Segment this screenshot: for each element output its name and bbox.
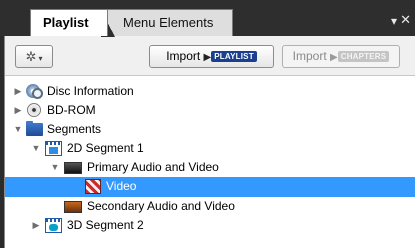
tree-item-primary-audio-video[interactable]: ▼ Primary Audio and Video <box>5 158 415 177</box>
tree-item-label: 2D Segment 1 <box>67 141 144 155</box>
tab-menu-elements[interactable]: Menu Elements <box>100 9 233 37</box>
settings-menu-button[interactable]: ✲ ▾ <box>15 45 53 68</box>
disc-info-icon <box>26 84 43 99</box>
expand-icon[interactable]: ▶ <box>13 101 23 120</box>
tree-item-secondary-audio-video[interactable]: Secondary Audio and Video <box>5 197 415 216</box>
primary-av-icon <box>64 162 82 174</box>
chevron-down-icon: ▾ <box>38 54 43 63</box>
arrow-right-icon: ▶ <box>330 52 338 63</box>
tree-item-disc-information[interactable]: ▶ Disc Information <box>5 82 415 101</box>
tree-item-label: Primary Audio and Video <box>87 160 219 174</box>
tree-item-bd-rom[interactable]: ▶ BD-ROM <box>5 101 415 120</box>
toolbar: ✲ ▾ Import ▶ PLAYLIST Import ▶ CHAPTERS <box>5 36 415 76</box>
tree-item-label: Disc Information <box>47 84 134 98</box>
tab-playlist[interactable]: Playlist <box>30 9 108 36</box>
arrow-right-icon: ▶ <box>203 52 212 63</box>
import-playlist-button[interactable]: Import ▶ PLAYLIST <box>149 45 274 68</box>
expand-icon[interactable]: ▶ <box>31 216 41 235</box>
chapters-badge: CHAPTERS <box>337 51 390 62</box>
tree-item-segments[interactable]: ▼ Segments <box>5 120 415 139</box>
tree-item-label: Segments <box>47 122 102 136</box>
tree-item-3d-segment-2[interactable]: ▶ 3D Segment 2 <box>5 216 415 235</box>
playlist-panel: ✲ ▾ Import ▶ PLAYLIST Import ▶ CHAPTERS ▶ D… <box>4 36 415 248</box>
tree-item-label: 3D Segment 2 <box>67 218 144 232</box>
segment-3d-icon <box>45 218 62 233</box>
playlist-badge: PLAYLIST <box>211 51 257 62</box>
import-label: Import <box>292 49 327 63</box>
secondary-av-icon <box>64 201 82 213</box>
tree-item-label: BD-ROM <box>47 103 96 117</box>
import-chapters-button[interactable]: Import ▶ CHAPTERS <box>282 45 400 68</box>
selection-highlight <box>5 177 415 197</box>
segment-icon <box>45 141 62 156</box>
collapse-icon[interactable]: ▼ <box>50 158 60 177</box>
tree-item-2d-segment-1[interactable]: ▼ 2D Segment 1 <box>5 139 415 158</box>
expand-icon[interactable]: ▶ <box>13 82 23 101</box>
tree-item-video[interactable]: Video <box>5 177 415 197</box>
collapse-icon[interactable]: ▼ <box>13 120 23 139</box>
folder-icon <box>26 121 43 136</box>
collapse-icon[interactable]: ▼ <box>31 139 41 158</box>
import-label: Import <box>166 49 201 63</box>
bd-rom-icon <box>27 103 41 117</box>
tree-item-label: Secondary Audio and Video <box>87 199 235 213</box>
close-icon[interactable]: ✕ <box>400 12 411 28</box>
tree-item-label: Video <box>106 179 137 193</box>
gear-icon: ✲ <box>25 49 37 64</box>
panel-tab-strip: Playlist Menu Elements ▾ ✕ <box>0 0 415 37</box>
panel-menu-icon[interactable]: ▾ <box>391 14 397 28</box>
video-icon <box>85 179 101 194</box>
